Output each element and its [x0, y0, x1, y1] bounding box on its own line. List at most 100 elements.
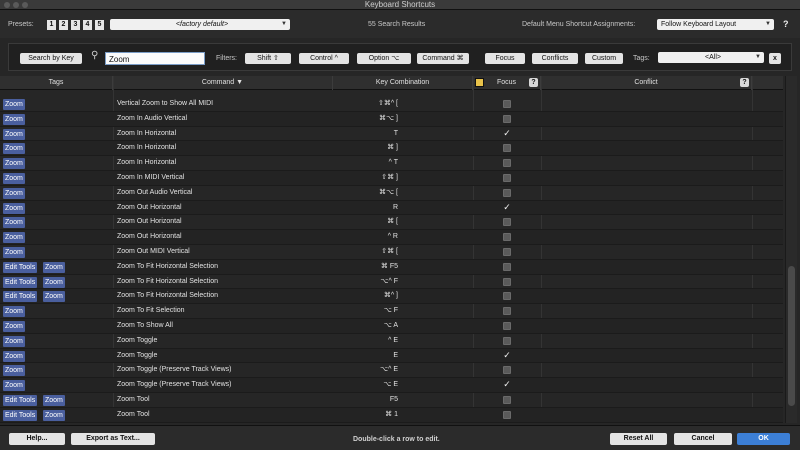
tag-badge: Edit Tools — [3, 261, 38, 273]
ok-button[interactable]: OK — [737, 433, 790, 445]
focus-checkbox[interactable] — [503, 307, 511, 316]
focus-checkmark-icon[interactable]: ✓ — [503, 128, 511, 138]
key-combination-cell: ⌥ F — [383, 307, 398, 315]
preset-1-button[interactable]: 1 — [47, 20, 56, 30]
menu-assignments-value: Follow Keyboard Layout — [661, 21, 737, 28]
focus-help-button[interactable]: ? — [529, 78, 538, 87]
focus-column-label: Focus — [496, 79, 517, 86]
edit-hint: Double-click a row to edit. — [353, 436, 440, 443]
table-row[interactable]: Zoom Zoom Toggle (Preserve Track Views) ⌥ … — [0, 378, 783, 393]
preset-2-button[interactable]: 2 — [59, 20, 68, 30]
focus-checkmark-icon[interactable]: ✓ — [503, 380, 511, 389]
focus-checkbox[interactable] — [503, 292, 511, 301]
keyboard-shortcuts-window: Keyboard Shortcuts Presets: 1 2 3 4 5 <f… — [0, 0, 800, 450]
tag-badge: Zoom — [3, 232, 25, 244]
command-column-header[interactable]: Command ▼ — [113, 76, 333, 90]
focus-checkbox[interactable] — [503, 366, 511, 375]
table-row[interactable]: Zoom Zoom In Horizontal ^ T — [0, 156, 783, 171]
focus-checkmark-icon[interactable]: ✓ — [503, 202, 511, 212]
help-dialog-button[interactable]: Help... — [9, 433, 65, 445]
focus-checkbox[interactable] — [503, 159, 511, 168]
table-row[interactable]: Zoom Zoom Out Horizontal ⌘ [ — [0, 215, 783, 231]
focus-checkbox[interactable] — [503, 336, 511, 345]
focus-checkbox[interactable] — [503, 188, 511, 197]
scrollbar-thumb[interactable] — [788, 266, 795, 406]
close-window-icon[interactable] — [4, 2, 10, 8]
preset-4-button[interactable]: 4 — [83, 20, 92, 30]
focus-checkbox[interactable] — [503, 248, 511, 256]
key-combination-column-header[interactable]: Key Combination — [333, 76, 473, 90]
focus-checkbox[interactable] — [503, 277, 511, 286]
focus-checkbox[interactable] — [503, 100, 511, 108]
focus-checkbox[interactable] — [503, 396, 511, 404]
tags-dropdown[interactable]: <All> ▼ — [658, 52, 764, 63]
table-scrollbar[interactable] — [785, 76, 797, 423]
table-row[interactable]: Zoom Zoom Toggle ^ E — [0, 334, 783, 349]
conflicts-filter-button[interactable]: Conflicts — [532, 53, 578, 64]
command-cell: Zoom Tool — [117, 410, 150, 418]
cancel-button[interactable]: Cancel — [674, 433, 732, 445]
option-filter-button[interactable]: Option ⌥ — [357, 53, 411, 64]
table-row[interactable]: Zoom Zoom Toggle E ✓ — [0, 348, 783, 364]
table-row[interactable]: Edit Tools Zoom Zoom Tool F5 — [0, 393, 783, 408]
command-filter-button[interactable]: Command ⌘ — [417, 53, 469, 64]
focus-checkmark-icon[interactable]: ✓ — [503, 350, 511, 360]
control-filter-button[interactable]: Control ^ — [299, 53, 349, 64]
focus-checkbox[interactable] — [503, 233, 511, 242]
key-combination-cell: ⌘⌥ [ — [379, 188, 398, 196]
zoom-window-icon[interactable] — [22, 2, 28, 8]
table-row[interactable]: Edit Tools Zoom Zoom Tool ⌘ 1 — [0, 407, 783, 423]
tag-badge: Zoom — [3, 173, 25, 184]
search-input[interactable]: Zoom — [105, 52, 205, 65]
key-combination-cell: ⇧⌘ [ — [381, 248, 398, 255]
table-row[interactable]: Zoom Zoom Out Horizontal R ✓ — [0, 200, 783, 216]
clear-filters-button[interactable]: x — [769, 53, 781, 64]
table-row[interactable]: Edit Tools Zoom Zoom To Fit Horizontal Sel… — [0, 289, 783, 305]
focus-checkbox[interactable] — [503, 114, 511, 123]
focus-checkbox[interactable] — [503, 262, 511, 271]
tags-column-header[interactable]: Tags — [0, 76, 113, 90]
command-cell: Zoom Toggle — [117, 351, 158, 359]
focus-filter-button[interactable]: Focus — [485, 53, 525, 64]
tag-badge: Edit Tools — [3, 395, 38, 406]
export-as-text-button[interactable]: Export as Text... — [71, 433, 155, 445]
table-row[interactable]: Edit Tools Zoom Zoom To Fit Horizontal Sel… — [0, 275, 783, 290]
focus-column-header[interactable]: Focus ? — [473, 76, 541, 90]
shift-filter-button[interactable]: Shift ⇧ — [245, 53, 291, 64]
preset-5-button[interactable]: 5 — [95, 20, 104, 30]
table-row[interactable]: Zoom Zoom Toggle (Preserve Track Views) ⌥^… — [0, 363, 783, 379]
tag-badge: Zoom — [3, 350, 25, 362]
focus-checkbox[interactable] — [503, 174, 511, 182]
command-cell: Zoom In Audio Vertical — [117, 114, 188, 122]
table-row[interactable]: Zoom Zoom Out MIDI Vertical ⇧⌘ [ — [0, 245, 783, 260]
table-row[interactable]: Zoom Zoom To Show All ⌥ A — [0, 319, 783, 334]
table-row[interactable]: Zoom Zoom In Horizontal ⌘ ] — [0, 141, 783, 157]
focus-checkbox[interactable] — [503, 322, 511, 330]
focus-checkbox[interactable] — [503, 410, 511, 419]
table-row[interactable]: Zoom Zoom In Audio Vertical ⌘⌥ ] — [0, 111, 783, 127]
table-row[interactable]: Zoom Zoom Out Horizontal ^ R — [0, 230, 783, 245]
table-row[interactable]: Zoom Vertical Zoom to Show All MIDI ⇧⌘^ [ — [0, 97, 783, 112]
search-by-key-button[interactable]: Search by Key — [20, 53, 82, 64]
chevron-down-icon: ▼ — [281, 21, 287, 27]
table-row[interactable]: Zoom Zoom In Horizontal T ✓ — [0, 127, 783, 142]
focus-checkbox[interactable] — [503, 144, 511, 153]
menu-assignments-dropdown[interactable]: Follow Keyboard Layout ▼ — [657, 19, 774, 30]
key-combination-cell: F5 — [389, 396, 398, 403]
focus-checkbox[interactable] — [503, 218, 511, 227]
table-row[interactable]: Edit Tools Zoom Zoom To Fit Horizontal Sel… — [0, 259, 783, 275]
conflict-column-header[interactable]: Conflict ? — [541, 76, 752, 90]
table-row[interactable]: Zoom Zoom To Fit Selection ⌥ F — [0, 304, 783, 319]
preset-dropdown[interactable]: <factory default> ▼ — [110, 19, 290, 30]
conflict-help-button[interactable]: ? — [740, 78, 749, 87]
reset-all-button[interactable]: Reset All — [610, 433, 667, 445]
help-button[interactable]: ? — [783, 19, 789, 29]
table-row[interactable]: Zoom Zoom In MIDI Vertical ⇧⌘ ] — [0, 171, 783, 186]
tag-badge: Zoom — [3, 202, 25, 214]
preset-3-button[interactable]: 3 — [71, 20, 80, 30]
minimize-window-icon[interactable] — [13, 2, 19, 8]
table-row[interactable]: Zoom Zoom Out Audio Vertical ⌘⌥ [ — [0, 186, 783, 201]
title-bar: Keyboard Shortcuts — [0, 0, 800, 10]
command-cell: Zoom To Fit Horizontal Selection — [117, 262, 219, 270]
custom-filter-button[interactable]: Custom — [585, 53, 623, 64]
